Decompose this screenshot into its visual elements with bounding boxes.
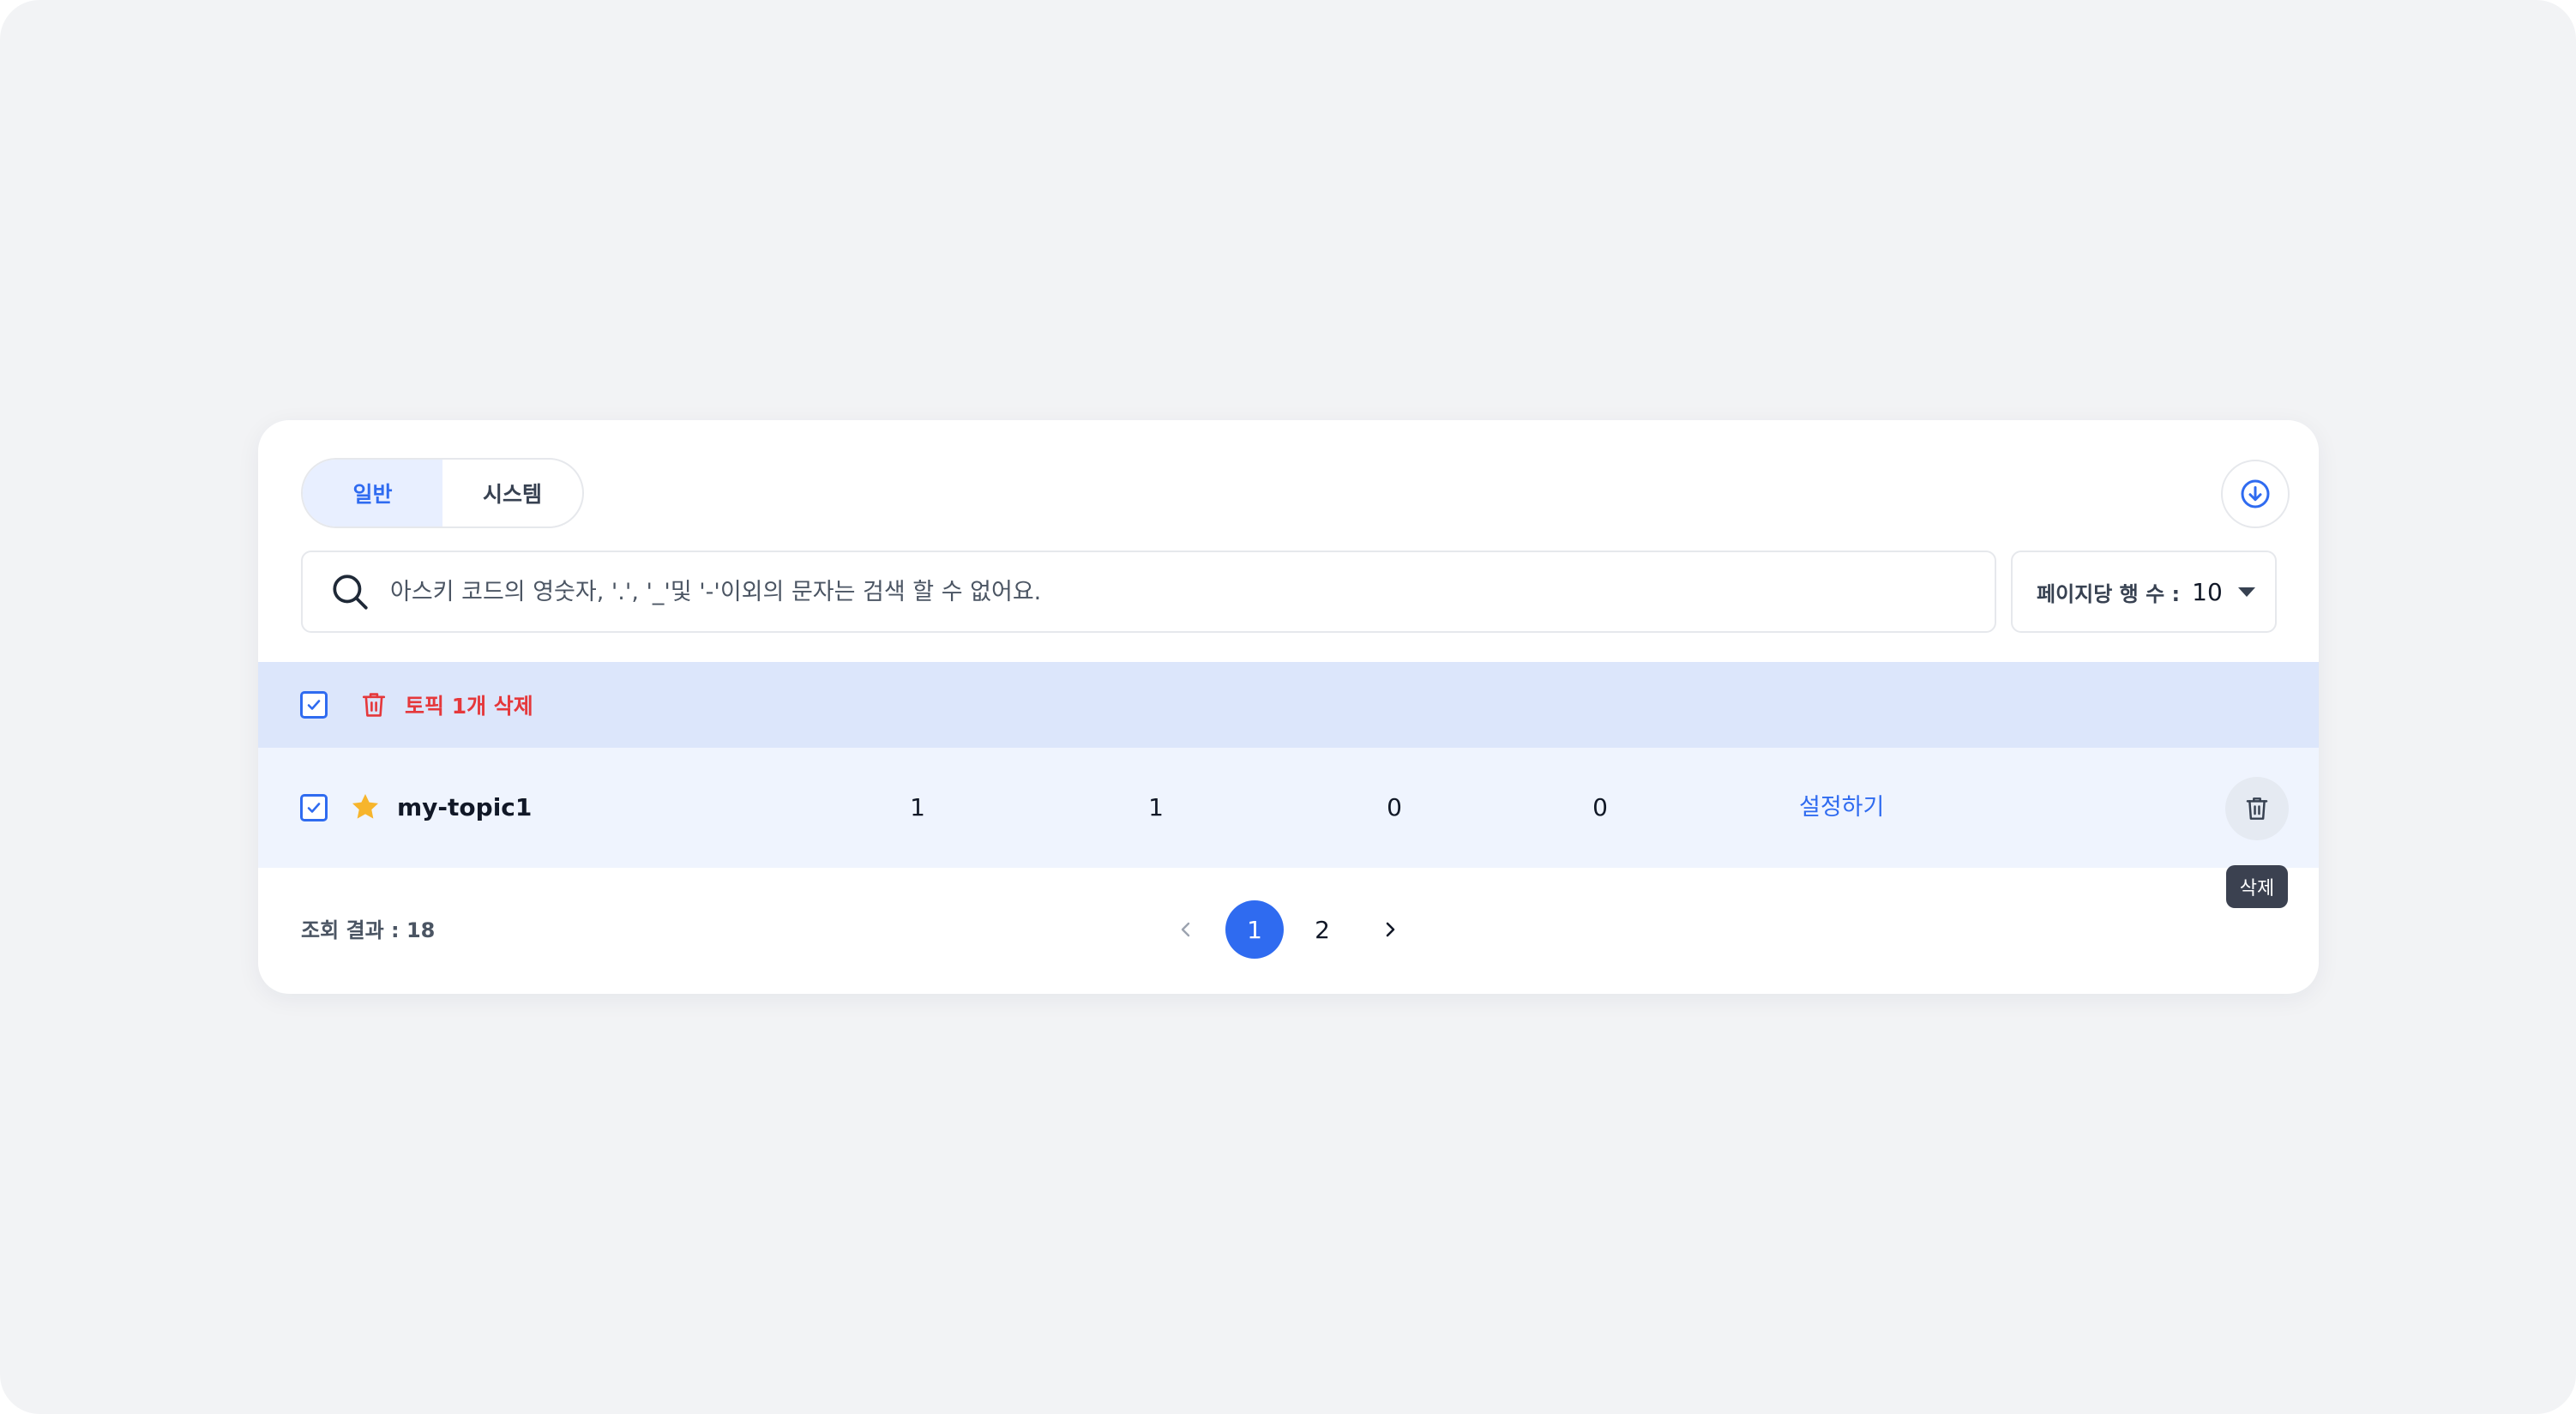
page-button-2[interactable]: 2 bbox=[1293, 900, 1351, 959]
chevron-left-icon bbox=[1181, 922, 1190, 937]
download-circle-icon bbox=[2241, 479, 2270, 508]
trash-icon bbox=[362, 693, 386, 717]
pagination: 1 2 bbox=[258, 900, 2319, 960]
row-checkbox[interactable] bbox=[300, 794, 328, 821]
page-button-1[interactable]: 1 bbox=[1225, 900, 1284, 959]
search-input[interactable] bbox=[388, 577, 1995, 606]
cell-value-3: 0 bbox=[1387, 793, 1402, 821]
check-icon bbox=[307, 700, 321, 710]
search-icon bbox=[328, 570, 371, 613]
tab-group: 일반 시스템 bbox=[301, 458, 584, 528]
prev-page-button[interactable] bbox=[1157, 900, 1215, 959]
topic-list-card: 일반 시스템 페이지당 행 수 : 10 bbox=[258, 420, 2319, 994]
delete-selected-button[interactable]: 토픽 1개 삭제 bbox=[360, 689, 533, 720]
cell-value-1: 1 bbox=[910, 793, 925, 821]
search-box[interactable] bbox=[301, 551, 1996, 633]
delete-selected-label: 토픽 1개 삭제 bbox=[405, 694, 533, 719]
next-page-button[interactable] bbox=[1361, 900, 1419, 959]
cell-value-4: 0 bbox=[1592, 793, 1608, 821]
configure-link[interactable]: 설정하기 bbox=[1799, 791, 1884, 825]
check-icon bbox=[307, 803, 321, 813]
cell-value-2: 1 bbox=[1148, 793, 1164, 821]
chevron-right-icon bbox=[1386, 922, 1395, 937]
trash-icon bbox=[2246, 797, 2268, 820]
page-background: 일반 시스템 페이지당 행 수 : 10 bbox=[0, 0, 2576, 1414]
select-all-checkbox[interactable] bbox=[300, 691, 328, 719]
rows-per-page-select[interactable]: 페이지당 행 수 : 10 bbox=[2011, 551, 2277, 633]
tab-general[interactable]: 일반 bbox=[303, 460, 442, 526]
selection-bar: 토픽 1개 삭제 bbox=[258, 662, 2319, 748]
star-icon[interactable] bbox=[349, 791, 382, 823]
row-delete-button[interactable] bbox=[2225, 777, 2289, 840]
tab-system[interactable]: 시스템 bbox=[442, 460, 582, 526]
table-row: my-topic1 1 1 0 0 설정하기 bbox=[258, 748, 2319, 868]
rows-per-page-label: 페이지당 행 수 : bbox=[2037, 581, 2181, 606]
download-button[interactable] bbox=[2221, 460, 2290, 528]
rows-per-page-value: 10 bbox=[2192, 577, 2223, 606]
caret-down-icon bbox=[2237, 587, 2255, 597]
topic-name[interactable]: my-topic1 bbox=[397, 791, 532, 825]
